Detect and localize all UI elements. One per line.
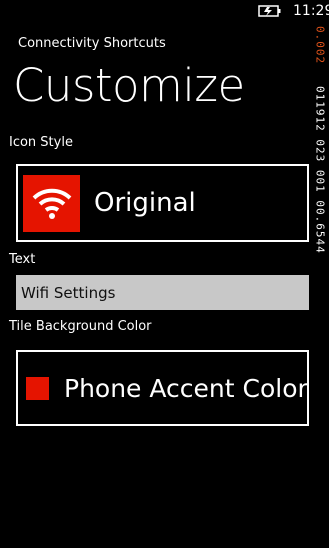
text-label: Text [9, 252, 36, 267]
app-title: Connectivity Shortcuts [18, 36, 166, 51]
clock: 11:29 [293, 3, 329, 19]
icon-style-value: Original [94, 188, 196, 218]
wifi-tile [23, 174, 80, 232]
icon-style-label: Icon Style [9, 135, 73, 150]
color-swatch [26, 376, 49, 400]
text-input[interactable] [16, 275, 309, 310]
battery-charging-icon [258, 5, 281, 17]
tile-color-value: Phone Accent Color [64, 373, 308, 403]
memory-counter-peak: 0.002 [313, 26, 327, 65]
tile-background-label: Tile Background Color [9, 319, 152, 334]
page-title: Customize [13, 59, 245, 112]
tile-color-button[interactable]: Phone Accent Color [16, 350, 309, 426]
memory-counter-usage: 011912 023 001 00.6544 [313, 86, 327, 254]
icon-style-button[interactable]: Original [16, 164, 309, 242]
wifi-icon [32, 188, 71, 219]
memory-counter: 0.002 011912 023 001 00.6544 [313, 26, 327, 286]
customize-page: 11:29 0.002 011912 023 001 00.6544 Conne… [0, 0, 329, 548]
status-bar: 11:29 [0, 0, 329, 24]
